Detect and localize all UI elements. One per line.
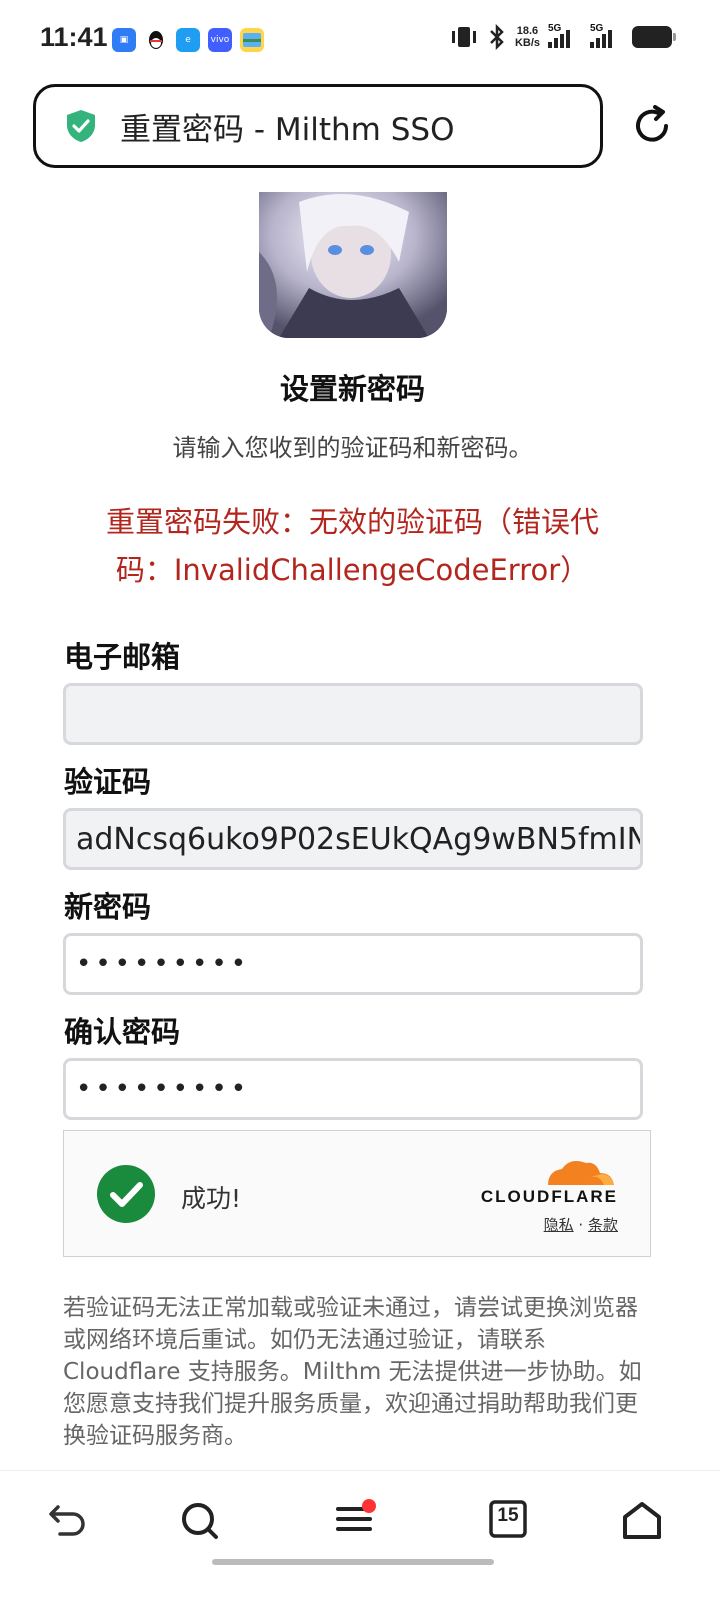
signal-1-icon: 5G [548,23,582,48]
notification-dot-icon [362,1499,376,1513]
page-title: 设置新密码 [279,372,425,406]
terms-link[interactable]: 条款 [588,1216,618,1234]
browser-app-icon: e [176,28,200,52]
captcha-status: 成功! [181,1184,242,1213]
verification-code-field[interactable]: adNcsq6uko9P02sEUkQAg9wBN5fmIN [63,808,643,870]
menu-icon[interactable] [332,1495,380,1543]
qq-icon [144,28,168,52]
tabs-button[interactable]: 15 [488,1499,532,1543]
error-message: 重置密码失败：无效的验证码（错误代码：InvalidChallengeCodeE… [105,505,599,587]
secure-shield-icon [67,110,95,142]
system-icons: 18.6 KB/s 5G 5G [449,23,676,50]
captcha-widget[interactable]: 成功! CLOUDFLARE 隐私 · 条款 [63,1130,651,1257]
cloudflare-brand: CLOUDFLARE [480,1187,618,1206]
verification-code-label: 验证码 [64,765,152,799]
home-indicator[interactable] [212,1559,494,1565]
email-label: 电子邮箱 [64,640,181,674]
new-password-label: 新密码 [64,890,152,924]
reload-icon[interactable] [630,104,674,148]
search-icon[interactable] [178,1499,222,1543]
success-check-icon [97,1165,155,1223]
page-tab-title: 重置密码 - Milthm SSO [120,111,455,148]
privacy-link[interactable]: 隐私 [544,1216,574,1234]
confirm-password-field[interactable]: ••••••••• [63,1058,643,1120]
screen-mirror-icon: ▣ [112,28,136,52]
tab-count: 15 [497,1505,519,1526]
browser-bottom-nav: 15 [0,1470,720,1600]
app-avatar-image [259,192,447,338]
confirm-password-label: 确认密码 [64,1015,181,1049]
network-speed: 18.6 KB/s [514,25,540,49]
wallet-app-icon [240,28,264,52]
captcha-links: 隐私 · 条款 [544,1214,618,1235]
bluetooth-icon [490,24,504,50]
status-time: 11:41 [40,22,108,52]
signal-2-icon: 5G [590,23,624,48]
battery-icon [632,26,676,48]
notification-icons: ▣ e vivo [112,28,264,52]
email-field[interactable] [63,683,643,745]
address-bar[interactable]: 重置密码 - Milthm SSO [33,84,603,168]
captcha-help-note: 若验证码无法正常加载或验证未通过，请尝试更换浏览器或网络环境后重试。如仍无法通过… [63,1295,642,1449]
new-password-field[interactable]: ••••••••• [63,933,643,995]
status-bar: 11:41 ▣ e vivo 18.6 KB/s 5G 5G [0,0,720,78]
page-subtitle: 请输入您收到的验证码和新密码。 [172,434,533,462]
vibrate-icon [451,27,476,47]
link-separator: · [578,1216,584,1234]
vivo-app-icon: vivo [208,28,232,52]
home-icon[interactable] [620,1499,664,1543]
back-icon[interactable] [46,1499,90,1543]
